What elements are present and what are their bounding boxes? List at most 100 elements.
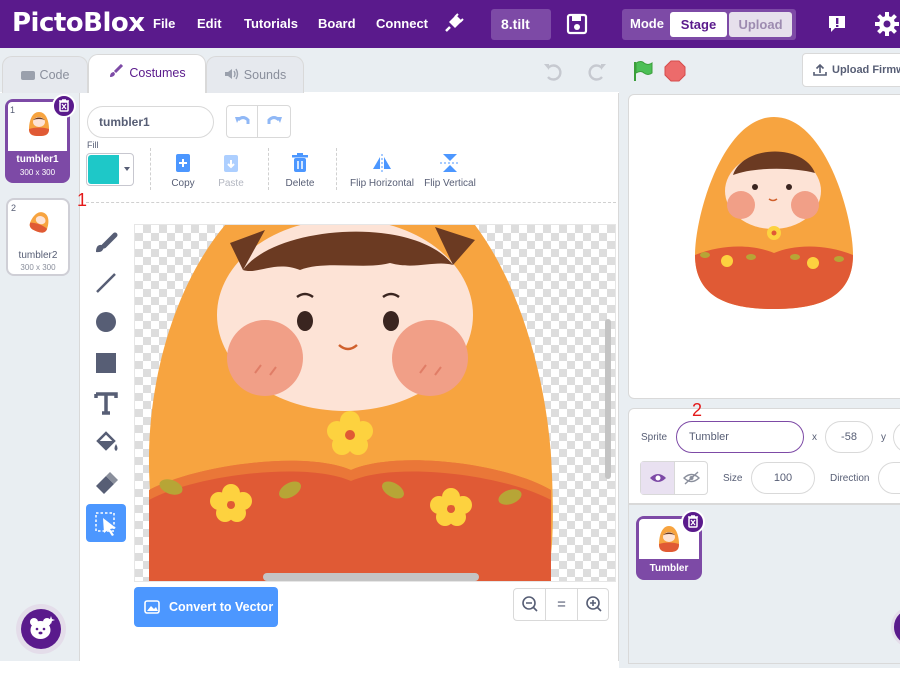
costume-name: tumbler2 bbox=[18, 250, 58, 261]
sprite-thumbnail bbox=[659, 526, 679, 552]
convert-label: Convert to Vector bbox=[169, 600, 274, 614]
upload-mode-button[interactable]: Upload bbox=[729, 12, 792, 37]
flip-vertical-label: Flip Vertical bbox=[424, 178, 476, 189]
add-sprite-button-edge[interactable] bbox=[891, 606, 900, 648]
eraser-tool[interactable] bbox=[86, 464, 126, 502]
tab-code[interactable]: Code bbox=[2, 56, 88, 93]
costume-index: 2 bbox=[11, 203, 17, 213]
fill-tool[interactable] bbox=[86, 424, 126, 462]
fill-color-picker[interactable] bbox=[86, 153, 134, 186]
fill-color-swatch bbox=[88, 155, 119, 184]
paint-canvas[interactable] bbox=[134, 224, 616, 582]
tumbler-doll-artwork bbox=[148, 225, 611, 581]
stage-view[interactable] bbox=[628, 94, 900, 399]
paste-button[interactable]: Paste bbox=[211, 152, 251, 192]
stop-icon[interactable] bbox=[664, 60, 686, 82]
zoom-controls: = bbox=[513, 588, 609, 621]
paste-label: Paste bbox=[218, 178, 244, 189]
zoom-reset-button[interactable]: = bbox=[546, 589, 578, 620]
undo-icon bbox=[235, 116, 250, 124]
mode-label: Mode bbox=[630, 16, 664, 31]
x-label: x bbox=[812, 432, 817, 443]
green-flag-icon[interactable] bbox=[632, 60, 654, 82]
delete-costume-button[interactable] bbox=[52, 94, 76, 118]
convert-to-vector-button[interactable]: Convert to Vector bbox=[134, 587, 278, 627]
costume-name-input[interactable]: tumbler1 bbox=[87, 106, 214, 138]
plug-icon[interactable] bbox=[443, 12, 465, 34]
show-sprite-button[interactable] bbox=[641, 462, 675, 494]
upload-firmware-label: Upload Firmw bbox=[832, 64, 900, 76]
text-tool[interactable] bbox=[86, 384, 126, 422]
tab-sounds-label: Sounds bbox=[243, 68, 287, 82]
editor-redo-button[interactable] bbox=[259, 106, 290, 137]
delete-button[interactable]: Delete bbox=[280, 152, 320, 192]
circle-icon bbox=[96, 312, 116, 332]
select-tool[interactable] bbox=[86, 504, 126, 542]
redo-icon bbox=[267, 116, 282, 124]
toolbar-separator bbox=[86, 202, 616, 203]
toolbar-divider bbox=[268, 148, 269, 190]
code-blocks-icon bbox=[20, 71, 35, 81]
flip-vertical-button[interactable]: Flip Vertical bbox=[422, 152, 478, 192]
sprite-name-input[interactable]: Tumbler bbox=[676, 421, 804, 453]
size-label: Size bbox=[723, 473, 743, 484]
menu-board[interactable]: Board bbox=[318, 16, 356, 31]
text-icon bbox=[94, 392, 118, 415]
rectangle-tool[interactable] bbox=[86, 344, 126, 382]
x-position-input[interactable]: -58 bbox=[825, 421, 873, 453]
save-icon[interactable] bbox=[566, 13, 588, 35]
eye-slash-icon bbox=[682, 471, 701, 485]
visibility-toggle bbox=[640, 461, 708, 495]
flip-vertical-icon bbox=[440, 154, 460, 172]
toolbar-divider bbox=[150, 148, 151, 190]
upload-firmware-button[interactable]: Upload Firmw bbox=[802, 53, 900, 87]
costume-name: tumbler1 bbox=[16, 154, 59, 165]
menu-tutorials[interactable]: Tutorials bbox=[244, 16, 298, 31]
brush-icon bbox=[96, 232, 118, 253]
menu-edit[interactable]: Edit bbox=[197, 16, 222, 31]
project-title-field[interactable]: 8.tilt bbox=[491, 9, 551, 40]
delete-sprite-button[interactable] bbox=[681, 510, 705, 534]
eye-icon bbox=[650, 474, 666, 482]
paint-bucket-icon bbox=[96, 431, 118, 451]
tab-code-label: Code bbox=[39, 68, 70, 82]
chevron-down-icon bbox=[124, 167, 130, 171]
choose-costume-button[interactable] bbox=[21, 609, 61, 649]
trash-icon bbox=[292, 153, 308, 172]
upload-icon bbox=[813, 63, 827, 76]
global-undo-icon[interactable] bbox=[542, 60, 564, 82]
zoom-out-icon bbox=[522, 596, 538, 612]
costume-size: 300 x 300 bbox=[19, 168, 56, 177]
costume-index: 1 bbox=[10, 105, 16, 115]
stage-sprite-tumbler bbox=[695, 117, 853, 309]
costume-item-2[interactable]: 2 tumbler2 300 x 300 bbox=[6, 198, 70, 276]
stage-mode-button[interactable]: Stage bbox=[670, 12, 727, 37]
line-icon bbox=[96, 273, 116, 293]
tab-costumes[interactable]: Costumes bbox=[88, 54, 206, 94]
zoom-out-button[interactable] bbox=[514, 589, 546, 620]
editor-undo-button[interactable] bbox=[227, 106, 258, 137]
feedback-icon[interactable] bbox=[826, 13, 848, 35]
menu-file[interactable]: File bbox=[153, 16, 175, 31]
tab-costumes-label: Costumes bbox=[129, 66, 186, 80]
image-icon bbox=[144, 600, 160, 614]
tab-sounds[interactable]: Sounds bbox=[206, 56, 304, 93]
trash-icon bbox=[688, 515, 698, 528]
line-tool[interactable] bbox=[86, 264, 126, 302]
zoom-in-button[interactable] bbox=[578, 589, 609, 620]
global-redo-icon[interactable] bbox=[586, 60, 608, 82]
copy-button[interactable]: Copy bbox=[163, 152, 203, 192]
settings-gear-icon[interactable] bbox=[874, 11, 900, 37]
menu-connect[interactable]: Connect bbox=[376, 16, 428, 31]
size-input[interactable]: 100 bbox=[751, 462, 815, 494]
costume-thumbnail bbox=[27, 111, 51, 142]
hide-sprite-button[interactable] bbox=[675, 462, 708, 494]
y-label: y bbox=[881, 432, 886, 443]
copy-label: Copy bbox=[171, 178, 195, 189]
flip-horizontal-label: Flip Horizontal bbox=[350, 178, 414, 189]
flip-horizontal-button[interactable]: Flip Horizontal bbox=[348, 152, 416, 192]
sprite-item-name: Tumbler bbox=[649, 563, 689, 574]
copy-icon bbox=[176, 154, 190, 172]
circle-tool[interactable] bbox=[86, 303, 126, 341]
brush-tool[interactable] bbox=[86, 225, 126, 263]
